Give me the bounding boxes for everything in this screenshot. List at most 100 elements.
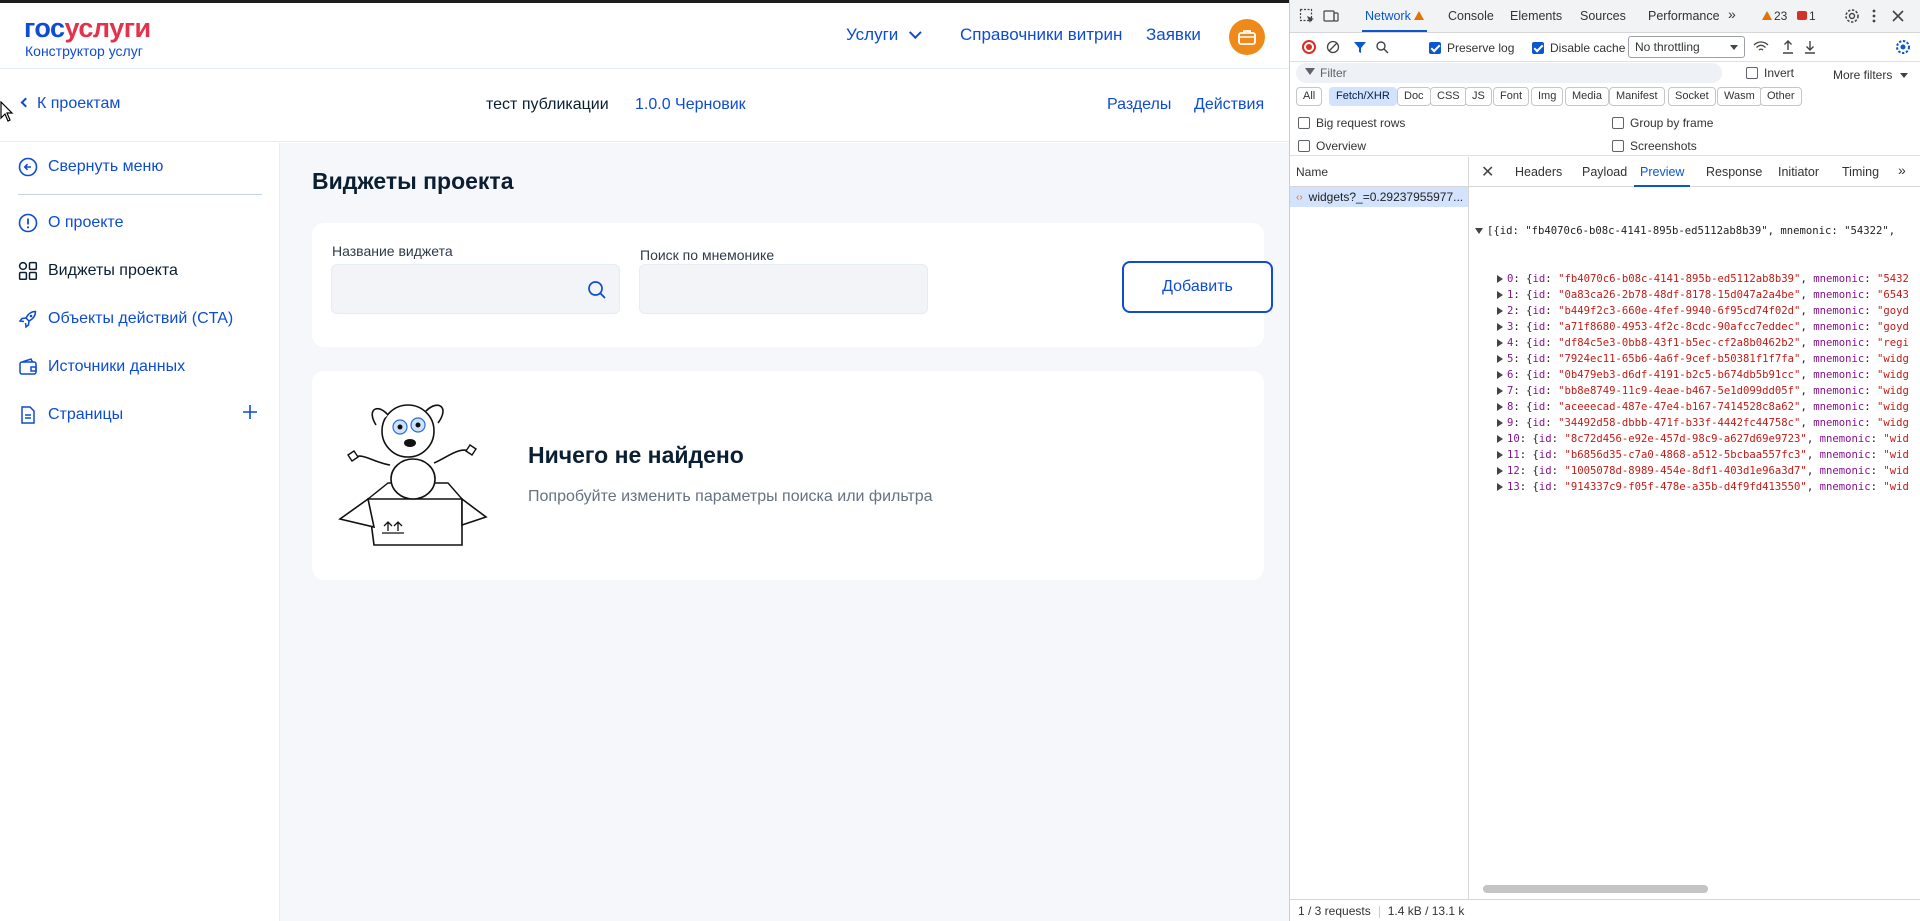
caret-down-icon	[1899, 73, 1908, 79]
json-array-item[interactable]: 8: {id: "aceeecad-487e-47e4-b167-7414528…	[1469, 399, 1920, 415]
tab-headers[interactable]: Headers	[1515, 165, 1562, 179]
sidebar-item-data-sources[interactable]: Источники данных	[18, 357, 185, 377]
chip-doc[interactable]: Doc	[1397, 87, 1431, 106]
throttling-select[interactable]: No throttling	[1628, 36, 1745, 58]
wifi-settings-icon[interactable]	[1753, 40, 1769, 54]
upload-icon[interactable]	[1781, 39, 1795, 55]
json-array-item[interactable]: 7: {id: "bb8e8749-11c9-4eae-b467-5e1d099…	[1469, 383, 1920, 399]
gosuslugi-logo[interactable]: госуслуги Конструктор услуг	[24, 13, 151, 59]
chip-all[interactable]: All	[1296, 87, 1323, 106]
json-array-item[interactable]: 5: {id: "7924ec11-65b6-4a6f-9cef-b50381f…	[1469, 351, 1920, 367]
close-icon[interactable]	[1890, 8, 1906, 24]
json-mnemonic-value: "6543	[1877, 289, 1909, 301]
inspect-element-icon[interactable]	[1299, 8, 1315, 24]
json-punct: :	[1864, 353, 1877, 365]
back-to-projects-link[interactable]: К проектам	[20, 95, 121, 113]
chip-img[interactable]: Img	[1531, 87, 1564, 106]
disable-cache-checkbox[interactable]: Disable cache	[1532, 41, 1625, 55]
sidebar-item-collapse[interactable]: Свернуть меню	[18, 157, 163, 177]
invert-checkbox[interactable]: Invert	[1746, 66, 1794, 80]
screenshots-checkbox[interactable]: Screenshots	[1612, 139, 1697, 153]
chip-css[interactable]: CSS	[1430, 87, 1467, 106]
sections-link[interactable]: Разделы	[1107, 96, 1171, 114]
json-array-item[interactable]: 6: {id: "0b479eb3-d6df-4191-b2c5-b674db5…	[1469, 367, 1920, 383]
json-array-item[interactable]: 3: {id: "a71f8680-4953-4f2c-8cdc-90afcc7…	[1469, 319, 1920, 335]
nav-services-label: Услуги	[846, 25, 899, 44]
project-version[interactable]: 1.0.0 Черновик	[635, 96, 746, 114]
chip-socket[interactable]: Socket	[1668, 87, 1716, 106]
nav-orders[interactable]: Заявки	[1146, 25, 1201, 45]
tab-network[interactable]: Network	[1361, 9, 1428, 32]
mnemonic-search-input[interactable]	[639, 264, 928, 314]
more-tabs-chevron-icon[interactable]: »	[1898, 162, 1906, 178]
sidebar-item-widgets[interactable]: Виджеты проекта	[18, 261, 178, 281]
add-widget-button[interactable]: Добавить	[1122, 261, 1273, 313]
network-settings-gear-icon[interactable]	[1895, 39, 1911, 55]
kebab-menu-icon[interactable]	[1866, 8, 1882, 24]
download-icon[interactable]	[1803, 39, 1817, 55]
json-punct: ,	[1800, 289, 1814, 301]
widget-name-input[interactable]	[331, 264, 620, 314]
json-array-item[interactable]: 9: {id: "34492d58-dbbb-471f-b33f-4442fc4…	[1469, 415, 1920, 431]
tab-elements[interactable]: Elements	[1510, 9, 1562, 23]
chip-manifest[interactable]: Manifest	[1609, 87, 1665, 106]
json-punct: : {	[1513, 385, 1533, 397]
tab-sources[interactable]: Sources	[1580, 9, 1626, 23]
json-root-row[interactable]: [{id: "fb4070c6-b08c-4141-895b-ed5112ab8…	[1469, 223, 1920, 239]
add-page-button[interactable]	[242, 404, 258, 420]
json-array-item[interactable]: 10: {id: "8c72d456-e92e-457d-98c9-a627d6…	[1469, 431, 1920, 447]
errors-badge[interactable]: 1	[1797, 9, 1816, 23]
json-array-item[interactable]: 4: {id: "df84c5e3-0bb8-43f1-b5ec-cf2a8b0…	[1469, 335, 1920, 351]
preserve-log-checkbox[interactable]: Preserve log	[1429, 41, 1514, 55]
close-detail-icon[interactable]: ✕	[1481, 162, 1494, 182]
record-stop-icon[interactable]	[1302, 40, 1316, 54]
tab-performance[interactable]: Performance	[1648, 9, 1720, 23]
search-icon[interactable]	[1375, 40, 1389, 54]
tab-initiator[interactable]: Initiator	[1778, 165, 1819, 179]
sidebar-item-pages[interactable]: Страницы	[18, 405, 123, 425]
big-request-rows-checkbox[interactable]: Big request rows	[1298, 116, 1405, 130]
sidebar-item-cta[interactable]: Объекты действий (CTA)	[18, 309, 233, 329]
chip-wasm[interactable]: Wasm	[1717, 87, 1762, 106]
briefcase-button[interactable]	[1229, 19, 1265, 55]
filter-icon[interactable]	[1353, 40, 1367, 54]
json-array-item[interactable]: 13: {id: "914337c9-f05f-478e-a35b-d4f9fd…	[1469, 479, 1920, 495]
overview-checkbox[interactable]: Overview	[1298, 139, 1366, 153]
back-label: К проектам	[37, 95, 121, 112]
more-filters-dropdown[interactable]: More filters	[1833, 68, 1908, 82]
json-array-item[interactable]: 12: {id: "1005078d-8989-454e-8df1-403d1e…	[1469, 463, 1920, 479]
filter-input[interactable]: Filter	[1296, 63, 1722, 83]
group-by-frame-checkbox[interactable]: Group by frame	[1612, 116, 1713, 130]
search-icon[interactable]	[587, 280, 607, 305]
chip-other[interactable]: Other	[1760, 87, 1802, 106]
chip-media[interactable]: Media	[1565, 87, 1609, 106]
warnings-badge[interactable]: 23	[1762, 9, 1787, 23]
actions-link[interactable]: Действия	[1194, 96, 1264, 114]
request-row[interactable]: ‹› widgets?_=0.29237955977...	[1290, 187, 1468, 207]
name-column-header[interactable]: Name	[1290, 157, 1468, 187]
tab-console[interactable]: Console	[1448, 9, 1494, 23]
gear-icon[interactable]	[1844, 8, 1860, 24]
horizontal-scrollbar[interactable]	[1483, 885, 1708, 893]
json-array-item[interactable]: 11: {id: "b6856d35-c7a0-4868-a512-5bcbaa…	[1469, 447, 1920, 463]
app-window: госуслуги Конструктор услуг Услуги Справ…	[0, 0, 1289, 921]
clear-icon[interactable]	[1326, 40, 1340, 54]
tab-timing[interactable]: Timing	[1842, 165, 1879, 179]
json-id-value: "0b479eb3-d6df-4191-b2c5-b674db5b91cc"	[1558, 369, 1801, 381]
json-array-item[interactable]: 2: {id: "b449f2c3-660e-4fef-9940-6f95cd7…	[1469, 303, 1920, 319]
json-punct: id	[1532, 385, 1546, 397]
json-punct: : {	[1513, 353, 1533, 365]
nav-refs[interactable]: Справочники витрин	[960, 25, 1122, 45]
sidebar-item-about[interactable]: О проекте	[18, 213, 123, 233]
tab-payload[interactable]: Payload	[1582, 165, 1627, 179]
nav-services[interactable]: Услуги	[846, 25, 922, 45]
tab-preview[interactable]: Preview	[1633, 165, 1692, 187]
json-array-item[interactable]: 1: {id: "0a83ca26-2b78-48df-8178-15d047a…	[1469, 287, 1920, 303]
tab-response[interactable]: Response	[1706, 165, 1762, 179]
device-toolbar-icon[interactable]	[1323, 8, 1339, 24]
json-array-item[interactable]: 0: {id: "fb4070c6-b08c-4141-895b-ed5112a…	[1469, 271, 1920, 287]
chip-font[interactable]: Font	[1493, 87, 1530, 106]
chip-fetch-xhr[interactable]: Fetch/XHR	[1329, 87, 1397, 106]
more-tabs-chevron-icon[interactable]: »	[1728, 6, 1736, 22]
chip-js[interactable]: JS	[1465, 87, 1492, 106]
